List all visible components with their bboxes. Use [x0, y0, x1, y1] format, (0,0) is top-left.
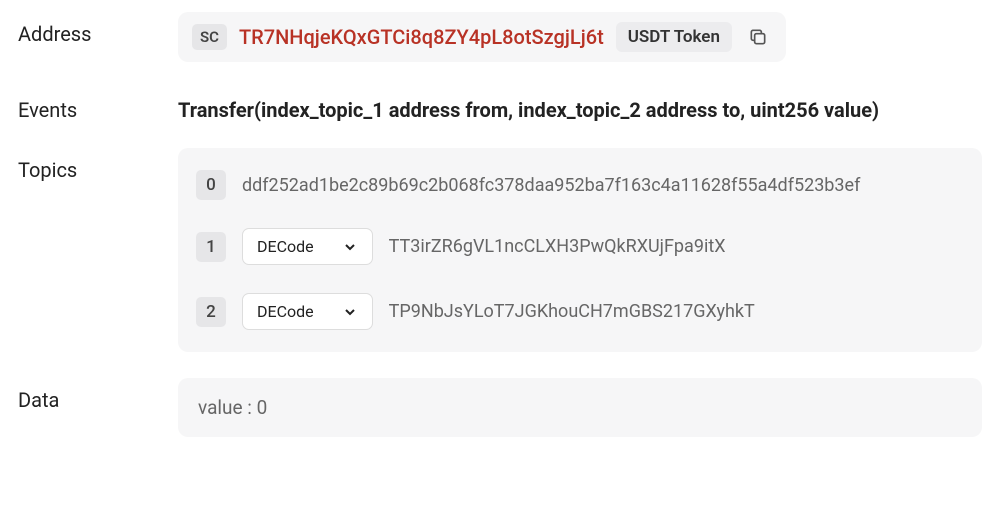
events-label: Events — [18, 88, 178, 122]
topic-index-badge: 2 — [196, 297, 226, 327]
topics-label: Topics — [18, 148, 178, 182]
decode-label: DECode — [257, 237, 314, 256]
data-row: Data value : 0 — [18, 378, 982, 437]
chevron-down-icon — [342, 239, 358, 255]
topic-0: 0 ddf252ad1be2c89b69c2b068fc378daa952ba7… — [196, 170, 964, 200]
address-box: SC TR7NHqjeKQxGTCi8q8ZY4pL8otSzgjLj6t US… — [178, 12, 786, 62]
topic-1: 1 DECode TT3irZR6gVL1ncCLXH3PwQkRXUjFpa9… — [196, 228, 964, 265]
chevron-down-icon — [342, 304, 358, 320]
data-box: value : 0 — [178, 378, 982, 437]
topics-row: Topics 0 ddf252ad1be2c89b69c2b068fc378da… — [18, 148, 982, 352]
token-name-badge[interactable]: USDT Token — [616, 22, 732, 52]
topic-value[interactable]: ddf252ad1be2c89b69c2b068fc378daa952ba7f1… — [242, 175, 860, 196]
data-value: value : 0 — [198, 396, 267, 419]
topic-value[interactable]: TP9NbJsYLoT7JGKhouCH7mGBS217GXyhkT — [389, 301, 755, 322]
topics-box: 0 ddf252ad1be2c89b69c2b068fc378daa952ba7… — [178, 148, 982, 352]
topic-value[interactable]: TT3irZR6gVL1ncCLXH3PwQkRXUjFpa9itX — [389, 236, 726, 257]
topic-index-badge: 0 — [196, 170, 226, 200]
topic-index-badge: 1 — [196, 232, 226, 262]
decode-label: DECode — [257, 302, 314, 321]
address-label: Address — [18, 12, 178, 46]
data-label: Data — [18, 378, 178, 412]
decode-dropdown[interactable]: DECode — [242, 228, 373, 265]
address-row: Address SC TR7NHqjeKQxGTCi8q8ZY4pL8otSzg… — [18, 12, 982, 62]
copy-icon[interactable] — [744, 23, 772, 51]
topic-2: 2 DECode TP9NbJsYLoT7JGKhouCH7mGBS217GXy… — [196, 293, 964, 330]
event-signature: Transfer(index_topic_1 address from, ind… — [178, 88, 982, 122]
events-row: Events Transfer(index_topic_1 address fr… — [18, 88, 982, 122]
contract-address-link[interactable]: TR7NHqjeKQxGTCi8q8ZY4pL8otSzgjLj6t — [239, 25, 604, 49]
decode-dropdown[interactable]: DECode — [242, 293, 373, 330]
sc-badge: SC — [192, 24, 227, 50]
